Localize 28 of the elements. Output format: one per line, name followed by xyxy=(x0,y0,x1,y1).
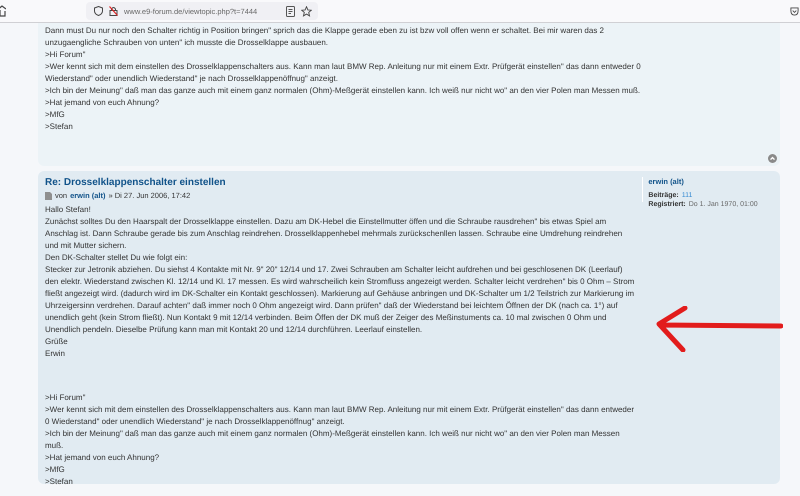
post-icon[interactable] xyxy=(45,192,52,200)
post-text: >Stefan xyxy=(45,121,74,133)
home-icon[interactable] xyxy=(0,5,6,17)
reader-view-icon[interactable] xyxy=(286,6,295,16)
post-text: Den DK-Schalter stellet Du wie folgt ein: xyxy=(45,252,188,264)
shield-icon[interactable] xyxy=(94,6,103,16)
insecure-lock-icon[interactable] xyxy=(109,6,118,16)
post-text: Dann must Du nur noch den Schalter richtig in Position bringen" sprich das die Klappe gerade eben zu ist bzw voll offen wenn er schaltet. Bei mir waren das 2 unzugaengliche Schrauben von unten" ich musste die Drosselklappe ausbauen. xyxy=(45,25,605,49)
post-text: Hallo Stefan! xyxy=(45,204,92,216)
post-text: Grüße xyxy=(45,336,69,348)
post-text: Stecker zur Jetronik abziehen. Du siehst 4 Kontakte mit Nr. 9" 20" 12/14 und 17. Zwei Schrauben am Schalter leicht aufdrehen und bei geschlosenen DK (Leerlauf) den elektr. Wiederstand zwischen Kl. 12/14 und Kl. 17 messen. Es wird wahrscheilich kein Stromfluss angezeigt werden. Schalter leicht verdrehen" bis 0 Ohm – Strom fließt angezeigt wird. (dadurch wird im DK-Schalter ein Kontakt geschlossen). Markierung auf Gehäuse anbringen und DK-Schalter um 1/2 Teilstrich zur Markierung im Uhrzeigersinn verdrehen. Darauf achten" daß immer noch 0 Ohm angezeigt wird. Dann prüfen" daß der Wiederstand bei leichtem Öffnen der DK (nach ca. 1°) auf unendlich geht (kein Strom fließt). Nun Kontakt 9 mit 12/14 verbinden. Beim Öffen der DK muß der Zeiger des Meßinstuments ca. 10 mal zwischen 0 Ohm und Unendlich pendeln. Dieselbe Prüfung kann man mit Kontakt 20 und 12/14 durchführen. Leerlauf einstellen. xyxy=(45,264,636,336)
quoted-text: >Hi Forum" xyxy=(45,392,86,404)
post-text: >Wer kennt sich mit dem einstellen des Drosselklappenschalters aus. Kann man laut BMW Rep. Anleitung nur mit einem Extr. Prüfgerät einstellen" das dann entweder 0 Wiederstand" oder unendlich Wiederstand" je nach Drosselklappenöffnug" anzeigt. xyxy=(45,61,642,85)
quoted-text: >Hat jemand von euch Ahnung? xyxy=(45,452,160,464)
bookmark-star-icon[interactable] xyxy=(301,6,312,16)
post-text: Erwin xyxy=(45,348,66,360)
post-text: Zunächst solltes Du den Haarspalt der Drosselklappe einstellen. Dazu am DK-Hebel die Einstellmutter öffen und die Schraube rausdrehen" bis etwas Spiel am Anschlag ist. Dann Schraube gerade bis zum Anschlag reindrehen. Drosselklappenhebel mehrmals zurückschenllen lassen. Schraube eine Umdrehung reindrehen und mit Mutter sichern. xyxy=(45,216,624,252)
back-to-top-icon[interactable] xyxy=(768,154,777,163)
post-text: >MfG xyxy=(45,109,66,121)
quoted-text: >Stefan xyxy=(45,476,74,488)
post-text: >Hi Forum" xyxy=(45,49,86,61)
pocket-icon[interactable] xyxy=(790,6,799,16)
post-title[interactable]: Re: Drosselklappenschalter einstellen xyxy=(45,177,636,188)
quoted-text: >Wer kennt sich mit dem einstellen des Drosselklappenschalters aus. Kann man laut BMW Rep. Anleitung nur mit einem Extr. Prüfgerät einstellen" das dann entweder 0 Wiederstand" oder unendlich Wiederstand" je nach Drosselklappenöffnug" anzeigt. xyxy=(45,404,635,428)
quoted-text: >MfG xyxy=(45,464,66,476)
quoted-text: >Ich bin der Meinung" daß man das ganze auch mit einem ganz normalen (Ohm)-Meßgerät einstellen kann. Ich weiß nur nicht wo" an den vier Polen man Messen muß. xyxy=(45,428,621,452)
post-text: >Hat jemand von euch Ahnung? xyxy=(45,97,160,109)
post-text: >Ich bin der Meinung" daß man das ganze auch mit einem ganz normalen (Ohm)-Meßgerät einstellen kann. Ich weiß nur nicht wo" an den vier Polen man Messen muß. xyxy=(45,85,642,97)
